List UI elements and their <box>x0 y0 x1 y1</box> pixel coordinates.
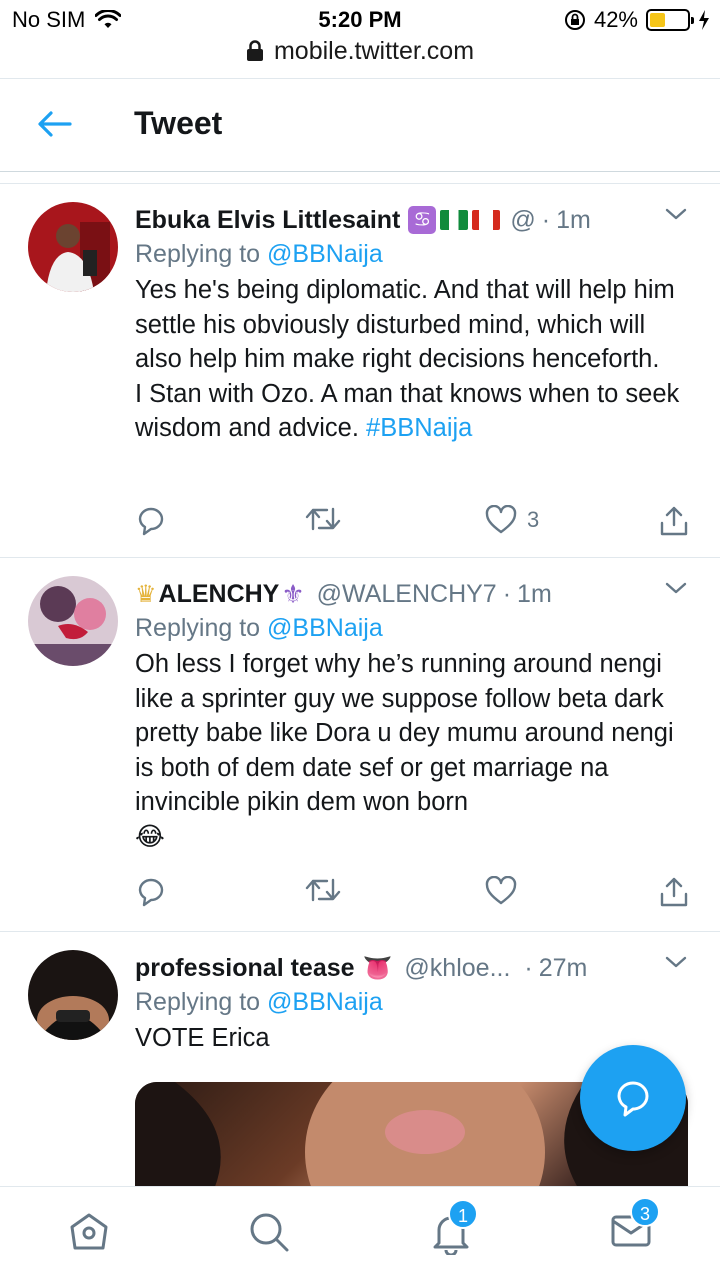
tweet-text: Yes he's being diplomatic. And that will… <box>135 273 692 446</box>
avatar[interactable] <box>28 576 118 666</box>
tweet[interactable]: ♛ ALENCHY ⚜ @WALENCHY7 · 1m Replying to … <box>0 558 720 932</box>
tweet-author-handle[interactable]: @ <box>510 206 535 235</box>
retweet-button[interactable] <box>305 505 341 533</box>
tweet-actions <box>135 876 695 916</box>
reply-button[interactable] <box>135 505 167 537</box>
nav-search[interactable] <box>248 1211 290 1258</box>
reply-button[interactable] <box>135 876 167 908</box>
reply-icon <box>138 878 164 907</box>
replying-to: Replying to @BBNaija <box>135 614 692 643</box>
like-button[interactable]: 3 <box>485 505 539 535</box>
tweet-author-handle[interactable]: @khloe... <box>404 954 510 983</box>
compose-message-button[interactable] <box>580 1045 686 1151</box>
tongue-emoji-icon: 👅 <box>362 954 393 982</box>
heart-icon <box>485 876 517 905</box>
share-icon <box>660 877 688 907</box>
share-button[interactable] <box>659 505 689 537</box>
reply-icon <box>138 507 164 536</box>
tweet-author-handle[interactable]: @WALENCHY7 <box>317 580 497 609</box>
tweet-author-name[interactable]: Ebuka Elvis Littlesaint <box>135 206 400 235</box>
nigeria-flag-icon <box>440 210 469 230</box>
tweet-author-name[interactable]: professional tease <box>135 954 355 983</box>
tweet-actions: 3 <box>135 505 695 545</box>
like-button[interactable] <box>485 876 517 906</box>
tweet-text-body: Oh less I forget why he’s running around… <box>135 650 674 816</box>
status-bar: No SIM 5:20 PM 42% <box>0 0 720 40</box>
share-icon <box>660 506 688 536</box>
fleur-de-lis-icon: ⚜ <box>281 578 305 609</box>
separator-dot: · <box>541 205 551 234</box>
nav-messages[interactable]: 3 <box>610 1197 660 1254</box>
lock-icon <box>246 40 263 62</box>
heart-icon <box>485 505 517 534</box>
chevron-down-icon[interactable] <box>664 954 688 970</box>
mention-link[interactable]: @BBNaija <box>267 614 383 642</box>
orientation-lock-icon <box>564 10 585 30</box>
messages-badge: 3 <box>630 1197 660 1227</box>
share-button[interactable] <box>659 876 689 908</box>
tweet-time[interactable]: 1m <box>517 580 552 609</box>
avatar[interactable] <box>28 202 118 292</box>
laughing-emoji-icon: 😂 <box>135 822 165 851</box>
replying-to-label: Replying to <box>135 614 261 642</box>
retweet-icon <box>305 507 341 531</box>
address-bar[interactable]: mobile.twitter.com <box>0 36 720 72</box>
tweet-time[interactable]: 27m <box>539 954 588 983</box>
charging-icon <box>699 10 709 30</box>
page-header: Tweet <box>0 78 720 172</box>
chevron-down-icon[interactable] <box>664 206 688 222</box>
avatar[interactable] <box>28 950 118 1040</box>
message-bubble-icon <box>617 1081 649 1117</box>
replying-to-label: Replying to <box>135 988 261 1016</box>
crown-icon: ♛ <box>135 580 157 608</box>
battery-icon <box>646 9 694 31</box>
nav-notifications[interactable]: 1 <box>430 1199 478 1260</box>
tweet-text: Oh less I forget why he’s running around… <box>135 647 692 854</box>
retweet-icon <box>305 878 341 902</box>
hashtag-link[interactable]: #BBNaija <box>366 414 472 442</box>
back-arrow-icon[interactable] <box>36 109 72 139</box>
tweet-time[interactable]: 1m <box>556 206 591 235</box>
cancer-zodiac-icon: ♋ <box>408 206 437 234</box>
nav-home[interactable] <box>68 1211 110 1256</box>
mention-link[interactable]: @BBNaija <box>267 988 383 1016</box>
search-icon <box>250 1213 289 1252</box>
mention-link[interactable]: @BBNaija <box>267 240 383 268</box>
battery-percent: 42% <box>593 7 638 32</box>
retweet-button[interactable] <box>305 876 341 904</box>
replying-to-label: Replying to <box>135 240 261 268</box>
chevron-down-icon[interactable] <box>664 580 688 596</box>
divider <box>0 183 720 184</box>
tweet[interactable]: Ebuka Elvis Littlesaint ♋ @ · 1m Replyin… <box>0 185 720 558</box>
home-icon <box>70 1213 108 1250</box>
canada-flag-icon <box>472 210 501 230</box>
replying-to: Replying to @BBNaija <box>135 240 692 269</box>
page-title: Tweet <box>134 105 223 141</box>
separator-dot: · <box>524 953 533 982</box>
url-text: mobile.twitter.com <box>273 36 475 65</box>
notifications-badge: 1 <box>448 1199 478 1229</box>
like-count: 3 <box>527 507 540 532</box>
replying-to: Replying to @BBNaija <box>135 988 692 1017</box>
tweet-author-name[interactable]: ALENCHY <box>159 580 280 609</box>
separator-dot: · <box>502 579 512 608</box>
bottom-nav: 1 3 <box>0 1186 720 1280</box>
